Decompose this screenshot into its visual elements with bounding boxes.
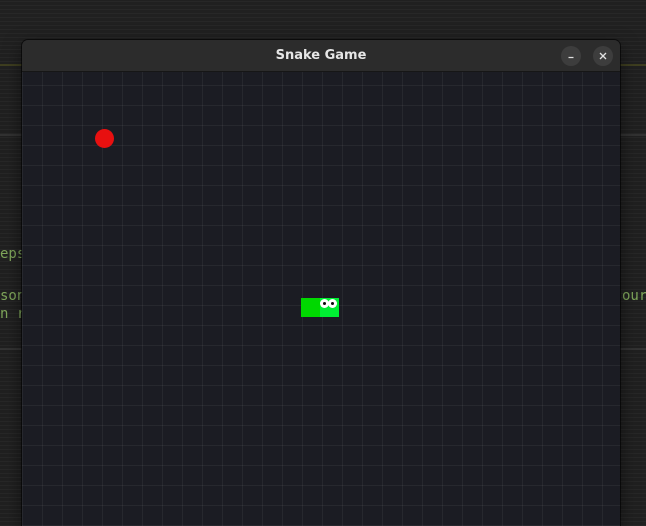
snake-eye-icon: [328, 299, 337, 308]
food-dot: [95, 129, 114, 148]
snake-pupil: [323, 302, 326, 305]
minimize-button[interactable]: [561, 46, 581, 66]
close-icon: [598, 51, 608, 61]
minimize-icon: [566, 51, 576, 61]
snake-pupil: [331, 302, 334, 305]
terminal-text-fragment: our: [622, 288, 646, 304]
game-window: Snake Game: [22, 40, 620, 526]
snake-head: [320, 298, 339, 317]
snake-body-segment: [301, 298, 320, 317]
close-button[interactable]: [593, 46, 613, 66]
game-board[interactable]: [22, 72, 620, 526]
window-titlebar[interactable]: Snake Game: [22, 40, 620, 72]
window-title: Snake Game: [275, 48, 367, 63]
